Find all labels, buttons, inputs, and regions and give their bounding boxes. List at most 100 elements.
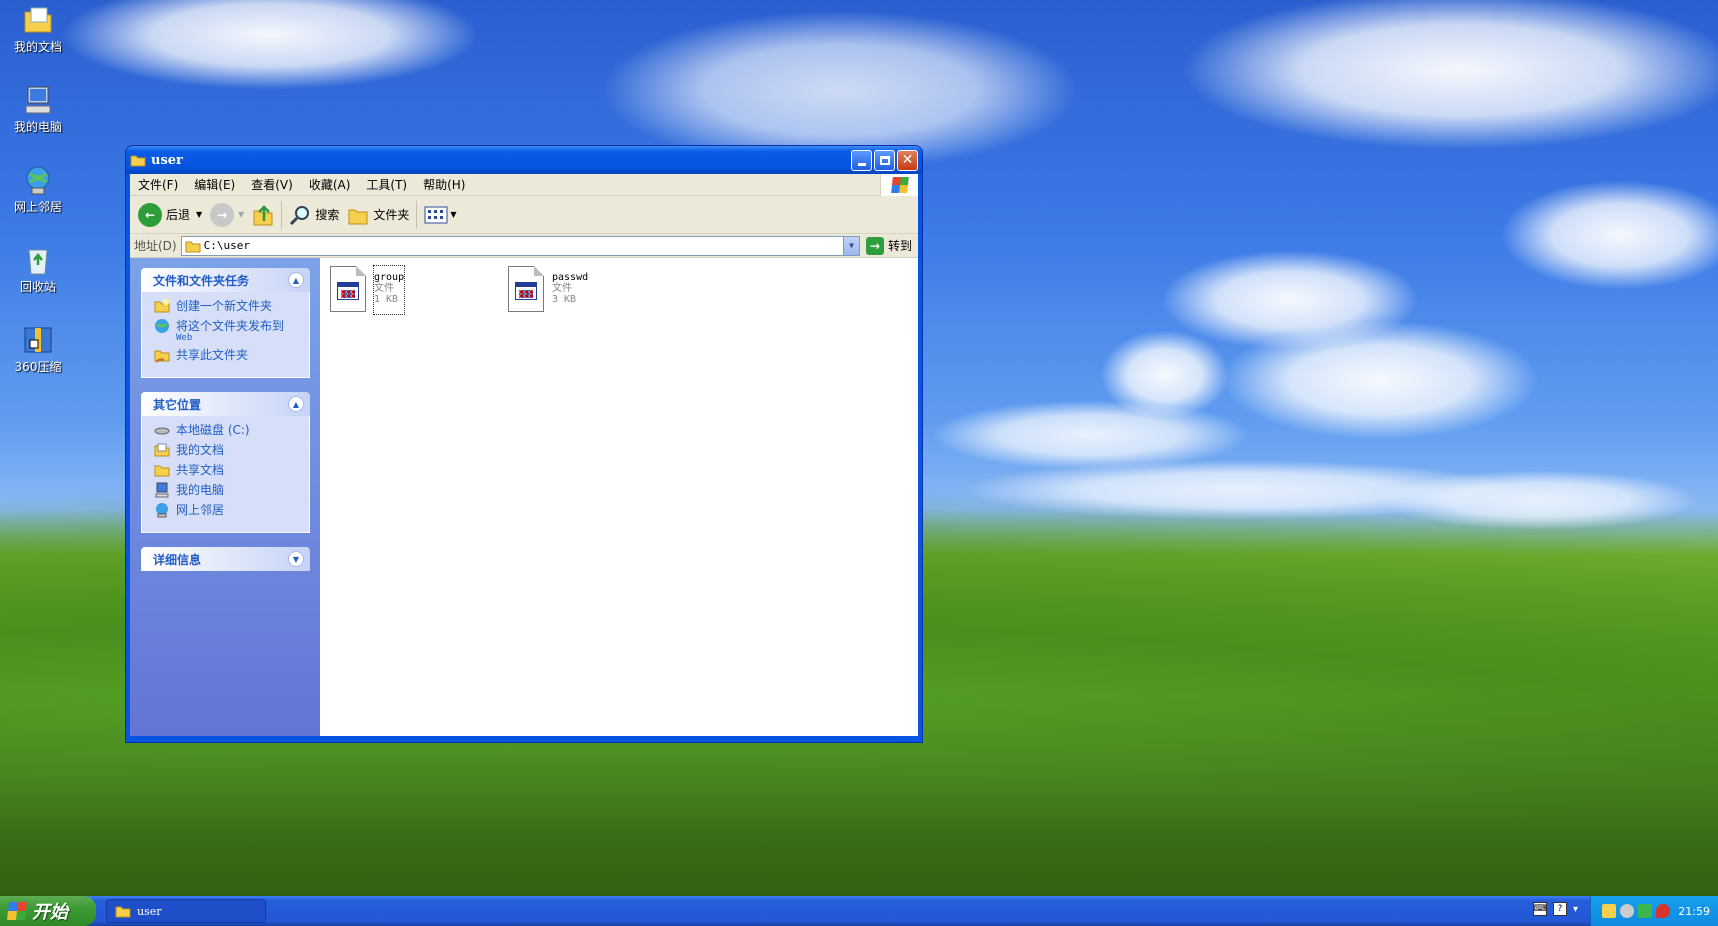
back-button[interactable]: ← 后退 ▼ <box>134 199 206 231</box>
places-panel: 其它位置 ▲ 本地磁盘 (C:) 我的文档 共享文档 我的电脑 网上邻居 <box>141 392 310 533</box>
task-share-folder[interactable]: 共享此文件夹 <box>154 347 301 363</box>
address-field[interactable]: C:\user ▼ <box>180 235 860 256</box>
my-computer-icon <box>22 84 54 116</box>
maximize-button[interactable] <box>874 149 895 171</box>
windows-flag-icon <box>7 902 27 920</box>
network-places-icon <box>156 503 168 518</box>
place-my-documents[interactable]: 我的文档 <box>154 442 301 458</box>
minimize-button[interactable] <box>851 149 872 171</box>
tray-security-icon[interactable] <box>1656 904 1671 918</box>
menu-file[interactable]: 文件(F) <box>130 176 186 193</box>
dropdown-arrow-icon: ▼ <box>238 210 245 219</box>
go-label: 转到 <box>887 239 912 253</box>
shared-documents-icon <box>154 465 170 477</box>
task-sublabel: Web <box>176 333 193 343</box>
recycle-bin-icon <box>22 244 54 276</box>
place-local-disk[interactable]: 本地磁盘 (C:) <box>154 422 301 438</box>
publish-web-icon <box>155 319 169 333</box>
desktop-icon-network-places[interactable]: 网上邻居 <box>2 164 74 215</box>
search-button[interactable]: 搜索 <box>285 199 343 231</box>
task-publish-web[interactable]: 将这个文件夹发布到 Web <box>154 318 301 343</box>
window-titlebar[interactable]: user ✕ <box>126 146 922 174</box>
close-button[interactable]: ✕ <box>897 149 918 171</box>
forward-arrow-icon: → <box>210 202 235 227</box>
cloud <box>60 0 480 90</box>
place-shared-documents[interactable]: 共享文档 <box>154 462 301 478</box>
menu-tools[interactable]: 工具(T) <box>358 176 415 193</box>
file-item-passwd[interactable]: passwd 文件 3 KB <box>506 266 588 314</box>
desktop-icon-my-documents[interactable]: 我的文档 <box>2 4 74 55</box>
desktop-icon-360-zip[interactable]: 360压缩 <box>2 324 74 375</box>
desktop-icon-my-computer[interactable]: 我的电脑 <box>2 84 74 135</box>
close-icon: ✕ <box>901 152 914 168</box>
expand-icon[interactable]: ▼ <box>288 551 304 567</box>
start-button[interactable]: 开始 <box>0 896 96 926</box>
desktop-icon-label: 我的文档 <box>13 40 62 54</box>
window-title: user <box>151 152 183 168</box>
details-panel-header[interactable]: 详细信息 ▼ <box>141 547 310 571</box>
task-pane: 文件和文件夹任务 ▲ 创建一个新文件夹 将这个文件夹发布到 Web 共享此文件夹… <box>130 258 320 736</box>
menu-edit[interactable]: 编辑(E) <box>186 176 243 193</box>
tray-network-icon[interactable] <box>1638 904 1653 918</box>
desktop-icon-recycle-bin[interactable]: 回收站 <box>2 244 74 295</box>
folder-icon <box>130 155 146 167</box>
places-panel-header[interactable]: 其它位置 ▲ <box>141 392 310 416</box>
tray-app-icon[interactable] <box>1602 904 1617 918</box>
language-bar: ⌨ ? ▾ <box>1532 902 1578 916</box>
tasks-panel-header[interactable]: 文件和文件夹任务 ▲ <box>141 268 310 292</box>
toolbar: ← 后退 ▼ → ▼ 搜索 文件夹 ▼ <box>130 196 918 234</box>
place-label: 我的电脑 <box>176 483 225 497</box>
minimize-icon <box>857 162 866 166</box>
task-label: 共享此文件夹 <box>176 348 249 362</box>
views-icon <box>424 206 448 223</box>
toolbar-separator <box>416 200 418 229</box>
place-label: 我的文档 <box>176 443 225 457</box>
clock: 21:59 <box>1678 904 1710 918</box>
file-icon <box>506 266 546 314</box>
desktop-icon-label: 360压缩 <box>14 360 62 374</box>
place-network-places[interactable]: 网上邻居 <box>154 502 301 518</box>
up-folder-icon <box>253 204 273 225</box>
details-panel-title: 详细信息 <box>153 552 202 567</box>
360-zip-icon <box>22 324 54 356</box>
menu-help[interactable]: 帮助(H) <box>415 176 473 193</box>
views-button[interactable]: ▼ <box>420 199 460 231</box>
collapse-icon[interactable]: ▲ <box>288 396 304 412</box>
folders-label: 文件夹 <box>373 208 410 222</box>
local-disk-icon <box>154 427 170 435</box>
up-folder-button[interactable] <box>248 199 278 231</box>
my-computer-icon <box>155 482 169 498</box>
my-documents-icon <box>154 443 170 457</box>
taskbar-item-user[interactable]: user <box>106 899 266 923</box>
desktop-icon-label: 网上邻居 <box>13 200 62 214</box>
help-icon[interactable]: ? <box>1552 902 1567 916</box>
file-item-group[interactable]: group 文件 1 KB <box>328 265 406 315</box>
desktop-icon-label: 我的电脑 <box>13 120 62 134</box>
start-label: 开始 <box>32 902 68 923</box>
cloud <box>1500 180 1718 290</box>
file-list: group 文件 1 KB passwd 文件 3 KB <box>320 258 918 736</box>
file-type: 文件 <box>552 283 572 294</box>
tray-volume-icon[interactable] <box>1620 904 1635 918</box>
taskbar: 开始 user ⌨ ? ▾ 21:59 <box>0 896 1718 926</box>
menu-favorites[interactable]: 收藏(A) <box>301 176 359 193</box>
keyboard-icon[interactable]: ⌨ <box>1532 902 1547 916</box>
address-dropdown-icon[interactable]: ▼ <box>842 236 859 255</box>
tasks-panel-title: 文件和文件夹任务 <box>153 273 250 288</box>
folders-button[interactable]: 文件夹 <box>343 199 413 231</box>
task-label: 创建一个新文件夹 <box>176 299 273 313</box>
collapse-icon[interactable]: ▲ <box>288 272 304 288</box>
file-size: 1 KB <box>374 294 399 305</box>
address-label: 地址(D) <box>134 239 177 253</box>
forward-button[interactable]: → ▼ <box>206 199 248 231</box>
place-my-computer[interactable]: 我的电脑 <box>154 482 301 498</box>
system-tray: 21:59 <box>1590 896 1718 926</box>
go-button[interactable]: → 转到 <box>860 236 918 255</box>
file-type: 文件 <box>374 283 394 294</box>
file-size: 3 KB <box>552 294 577 305</box>
language-options-icon[interactable]: ▾ <box>1573 904 1578 915</box>
menu-view[interactable]: 查看(V) <box>243 176 301 193</box>
taskbar-item-label: user <box>137 904 162 918</box>
task-new-folder[interactable]: 创建一个新文件夹 <box>154 298 301 314</box>
menu-bar: 文件(F) 编辑(E) 查看(V) 收藏(A) 工具(T) 帮助(H) <box>130 174 918 196</box>
